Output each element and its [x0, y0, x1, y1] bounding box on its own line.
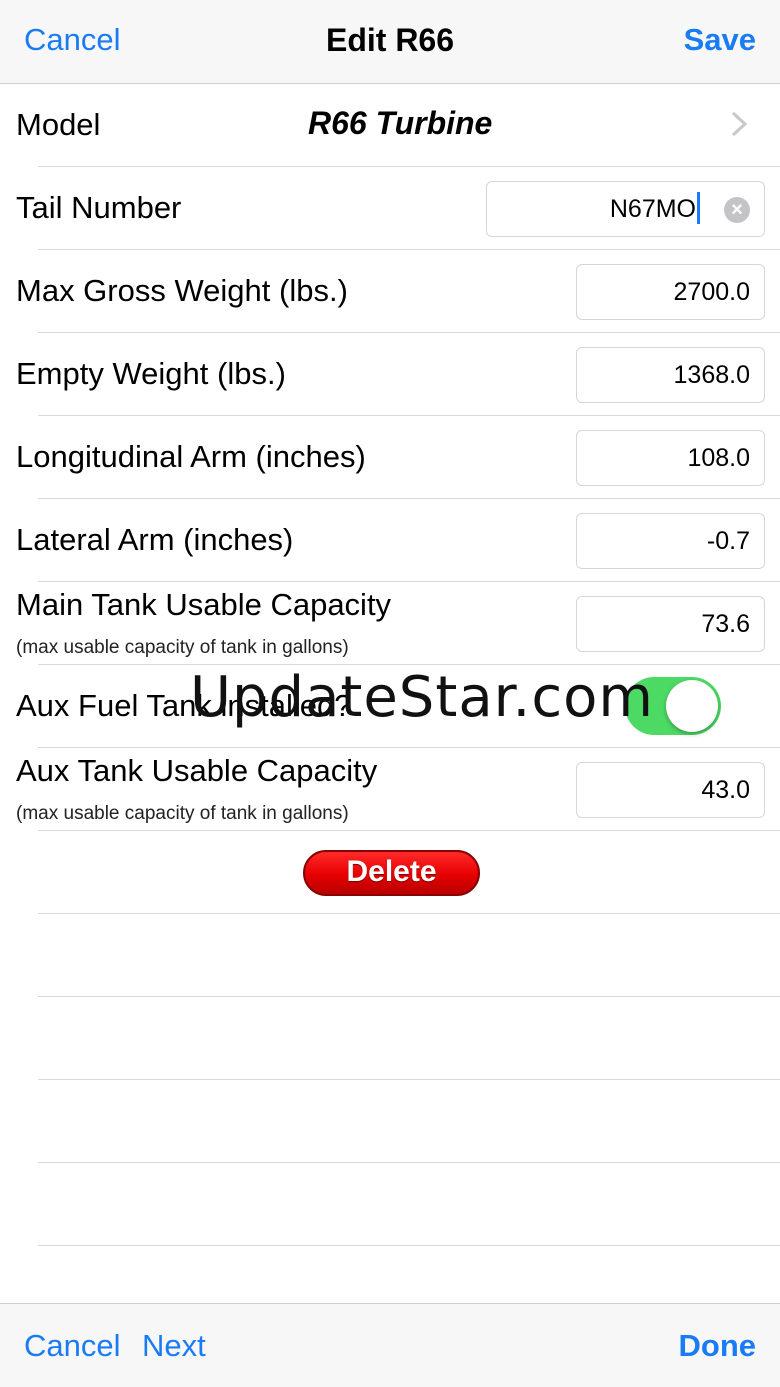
tail-number-label: Tail Number: [16, 190, 182, 225]
toggle-knob: [666, 680, 718, 732]
tail-number-row: Tail Number N67MO ×: [0, 167, 780, 250]
aux-installed-toggle[interactable]: [625, 677, 721, 735]
save-button[interactable]: Save: [684, 22, 756, 58]
text-cursor: [697, 192, 700, 225]
empty-row: [0, 997, 780, 1080]
nav-bar: Cancel Edit R66 Save: [0, 0, 780, 84]
longitudinal-arm-label: Longitudinal Arm (inches): [16, 439, 366, 474]
aux-tank-row: Aux Tank Usable Capacity (max usable cap…: [0, 748, 780, 831]
tail-number-value: N67MO: [609, 195, 696, 223]
max-gross-weight-label: Max Gross Weight (lbs.): [16, 273, 348, 308]
empty-weight-label: Empty Weight (lbs.): [16, 356, 286, 391]
model-label: Model: [16, 107, 101, 142]
max-gross-weight-field[interactable]: 2700.0: [576, 264, 765, 320]
empty-weight-field[interactable]: 1368.0: [576, 347, 765, 403]
empty-row: [0, 1163, 780, 1246]
max-gross-weight-row: Max Gross Weight (lbs.) 2700.0: [0, 250, 780, 333]
delete-row: Delete: [0, 831, 780, 914]
longitudinal-arm-field[interactable]: 108.0: [576, 430, 765, 486]
page-title: Edit R66: [325, 22, 455, 58]
toolbar-next-button[interactable]: Next: [142, 1328, 206, 1364]
empty-row: [0, 914, 780, 997]
tail-number-field[interactable]: N67MO ×: [486, 181, 765, 237]
model-value: R66 Turbine: [308, 105, 493, 141]
main-tank-field[interactable]: 73.6: [576, 596, 765, 652]
toolbar-cancel-button[interactable]: Cancel: [24, 1328, 121, 1364]
model-row[interactable]: Model R66 Turbine: [0, 84, 780, 167]
aux-installed-label: Aux Fuel Tank installed?: [16, 688, 352, 723]
aux-installed-row: Aux Fuel Tank installed?: [0, 665, 780, 748]
bottom-toolbar: Cancel Next Done: [0, 1303, 780, 1387]
empty-row: [0, 1080, 780, 1163]
aux-tank-sublabel: (max usable capacity of tank in gallons): [16, 803, 349, 824]
lateral-arm-row: Lateral Arm (inches) -0.7: [0, 499, 780, 582]
clear-icon[interactable]: ×: [724, 197, 750, 223]
lateral-arm-label: Lateral Arm (inches): [16, 522, 294, 557]
delete-button[interactable]: Delete: [303, 850, 480, 896]
aux-tank-label: Aux Tank Usable Capacity: [16, 753, 378, 788]
main-tank-label: Main Tank Usable Capacity: [16, 587, 392, 622]
empty-weight-row: Empty Weight (lbs.) 1368.0: [0, 333, 780, 416]
lateral-arm-field[interactable]: -0.7: [576, 513, 765, 569]
main-tank-row: Main Tank Usable Capacity (max usable ca…: [0, 582, 780, 665]
longitudinal-arm-row: Longitudinal Arm (inches) 108.0: [0, 416, 780, 499]
aux-tank-field[interactable]: 43.0: [576, 762, 765, 818]
toolbar-done-button[interactable]: Done: [679, 1328, 757, 1364]
main-tank-sublabel: (max usable capacity of tank in gallons): [16, 637, 349, 658]
chevron-right-icon: [731, 111, 748, 137]
